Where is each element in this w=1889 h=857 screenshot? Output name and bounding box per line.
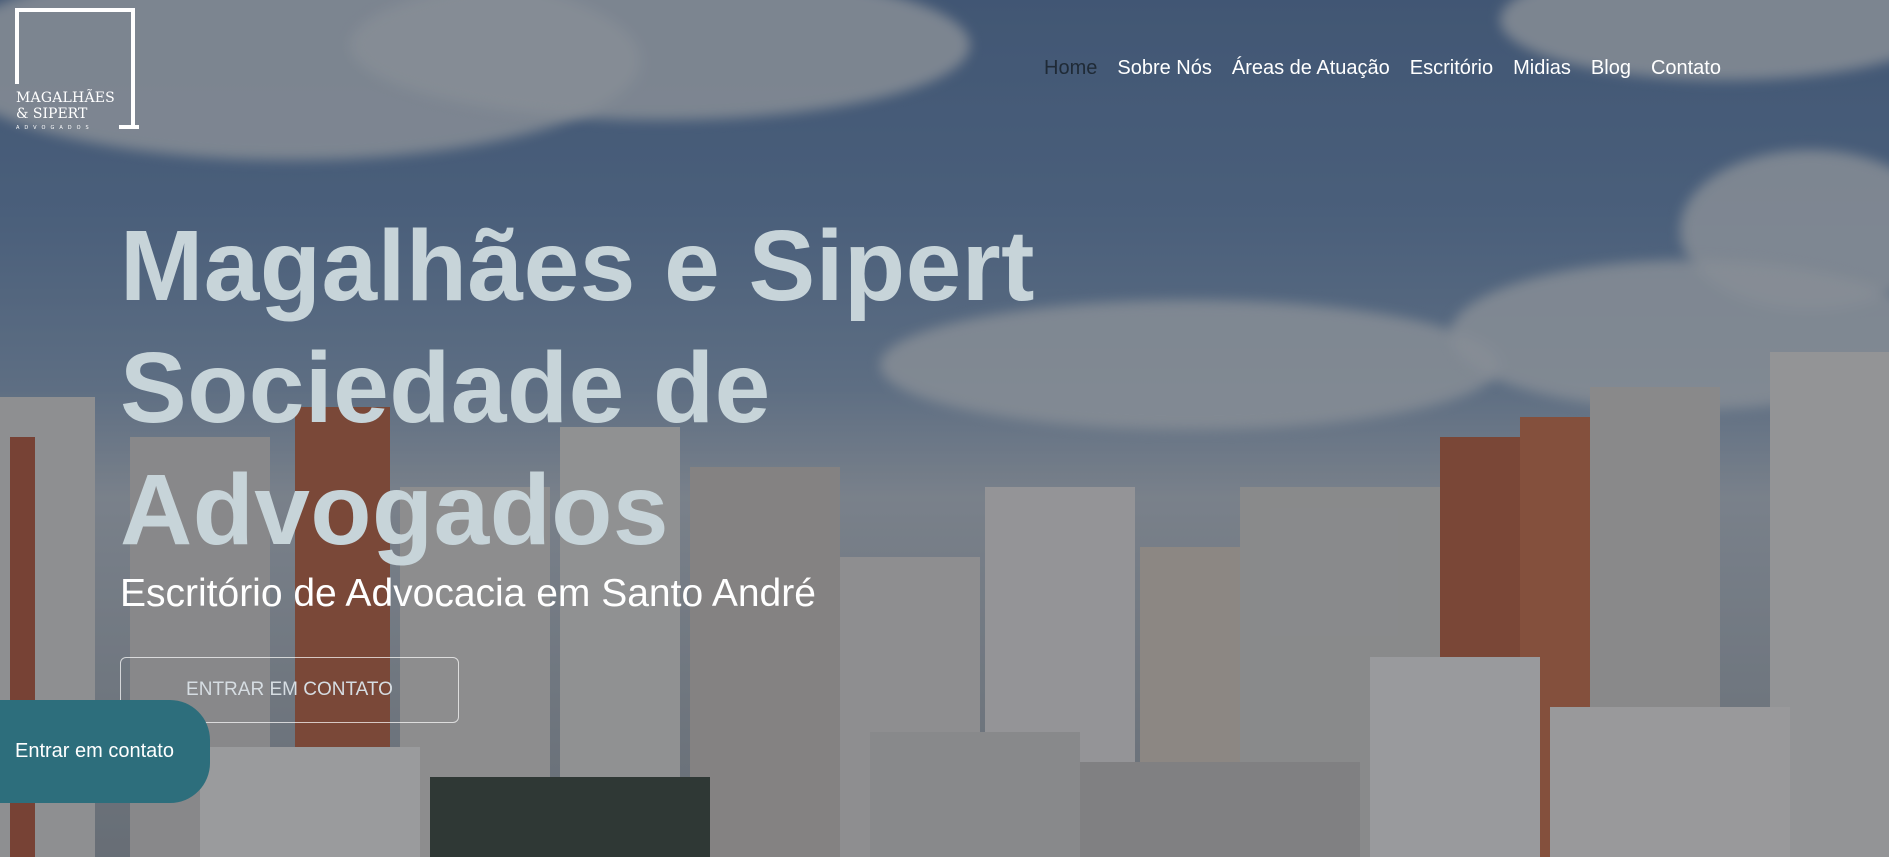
logo-text-line1: MAGALHÃES [16, 90, 115, 106]
logo-text-line3: ADVOGADOS [16, 125, 94, 131]
nav-item-sobre-nos[interactable]: Sobre Nós [1117, 57, 1212, 80]
nav-item-blog[interactable]: Blog [1591, 57, 1631, 80]
hero-title-line2: Sociedade de [120, 332, 771, 444]
hero-title: Magalhães e Sipert Sociedade de Advogado… [120, 205, 1120, 571]
nav-item-contato[interactable]: Contato [1651, 57, 1721, 80]
nav-item-escritorio[interactable]: Escritório [1410, 57, 1493, 80]
floating-contact-button[interactable]: Entrar em contato [0, 700, 210, 803]
hero-subtitle: Escritório de Advocacia em Santo André [120, 572, 816, 615]
logo-text-line2: & SIPERT [16, 106, 88, 122]
hero-title-line1: Magalhães e Sipert [120, 210, 1035, 322]
main-nav: Home Sobre Nós Áreas de Atuação Escritór… [1044, 57, 1741, 80]
nav-item-home[interactable]: Home [1044, 57, 1097, 80]
nav-item-areas-de-atuacao[interactable]: Áreas de Atuação [1232, 57, 1390, 80]
hero-title-line3: Advogados [120, 454, 669, 566]
nav-item-midias[interactable]: Midias [1513, 57, 1571, 80]
